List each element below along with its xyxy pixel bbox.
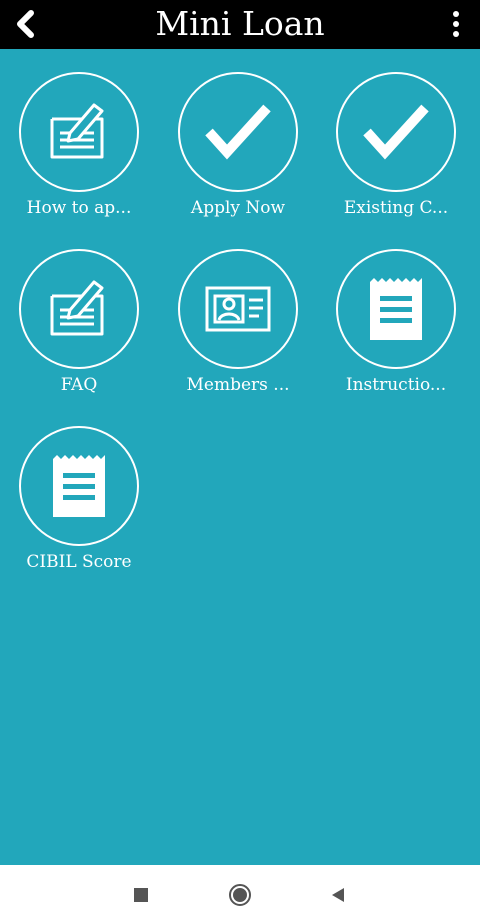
tile-label: Apply Now [190, 198, 286, 218]
tile-label: Instructio... [345, 375, 447, 395]
tile-circle [19, 426, 139, 546]
tile-circle [336, 249, 456, 369]
home-button[interactable] [227, 882, 253, 908]
more-vertical-icon [453, 11, 459, 17]
id-card-icon [205, 286, 271, 332]
tile-label: How to ap... [26, 198, 132, 218]
app-bar: Mini Loan [0, 0, 480, 49]
tile-faq[interactable]: FAQ [4, 226, 154, 395]
tile-circle [178, 249, 298, 369]
notepad-icon [53, 455, 105, 517]
tile-circle [19, 249, 139, 369]
back-nav-button[interactable] [325, 882, 351, 908]
edit-document-icon [50, 103, 104, 159]
tile-label: FAQ [60, 375, 98, 395]
tile-members[interactable]: Members ... [163, 226, 313, 395]
checkmark-icon [363, 104, 429, 160]
tile-label: Existing C... [343, 198, 449, 218]
edit-document-icon [50, 280, 104, 336]
tile-cibil-score[interactable]: CIBIL Score [4, 403, 154, 572]
square-icon [134, 888, 148, 902]
tile-existing-customer[interactable]: Existing C... [321, 49, 471, 218]
overflow-menu-button[interactable] [446, 8, 466, 40]
recents-button[interactable] [128, 882, 154, 908]
tile-apply-now[interactable]: Apply Now [163, 49, 313, 218]
system-nav-bar [0, 865, 480, 923]
tile-circle [336, 72, 456, 192]
tile-circle [19, 72, 139, 192]
notepad-icon [370, 278, 422, 340]
tile-label: Members ... [186, 375, 290, 395]
circle-icon [229, 884, 251, 906]
tile-how-to-apply[interactable]: How to ap... [4, 49, 154, 218]
triangle-back-icon [332, 888, 344, 902]
tile-instructions[interactable]: Instructio... [321, 226, 471, 395]
tile-circle [178, 72, 298, 192]
checkmark-icon [205, 104, 271, 160]
app-title: Mini Loan [155, 4, 325, 43]
menu-grid: How to ap... Apply Now Existing C... FAQ… [0, 49, 480, 865]
tile-label: CIBIL Score [26, 552, 132, 572]
